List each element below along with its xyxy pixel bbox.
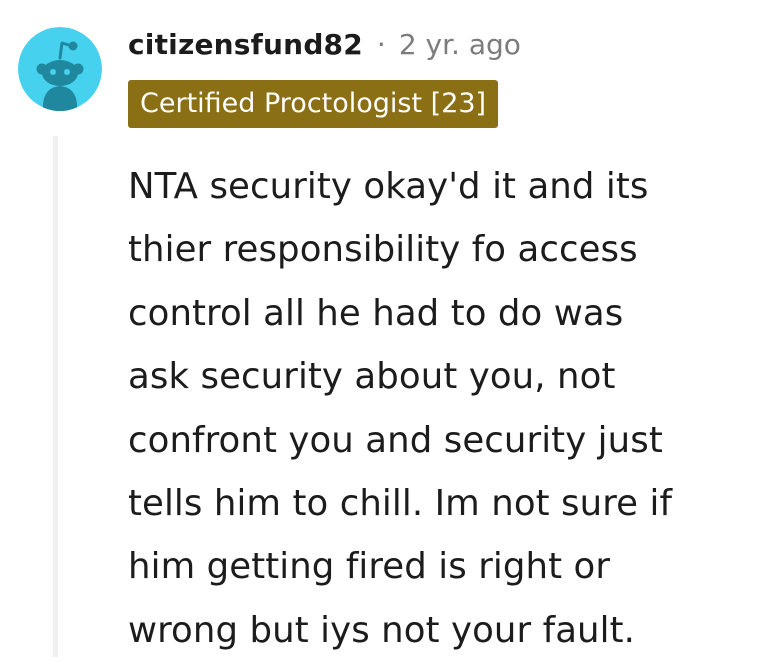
comment-header: citizensfund82 · 2 yr. ago: [128, 22, 521, 66]
comment-body-line: ask security about you, not: [128, 356, 616, 398]
thread-line[interactable]: [53, 136, 58, 657]
meta-separator: ·: [376, 27, 386, 61]
user-flair: Certified Proctologist [23]: [128, 80, 499, 128]
comment-body-line: control all he had to do was: [128, 292, 624, 334]
avatar[interactable]: [18, 27, 102, 111]
timestamp[interactable]: 2 yr. ago: [399, 28, 521, 61]
comment: citizensfund82 · 2 yr. ago Certified Pro…: [0, 0, 770, 657]
comment-body-line: thier responsibility fo access: [128, 229, 638, 271]
comment-body-line: wrong but iys not your fault.: [128, 609, 636, 651]
comment-body-line: tells him to chill. Im not sure if: [128, 483, 673, 525]
comment-body: NTA security okay'd it and its thier res…: [128, 155, 758, 662]
comment-body-line: confront you and security just: [128, 419, 663, 461]
comment-body-line: him getting fired is right or: [128, 546, 611, 588]
comment-body-line: NTA security okay'd it and its: [128, 166, 649, 207]
username-link[interactable]: citizensfund82: [128, 28, 363, 61]
snoo-icon: [18, 27, 102, 111]
